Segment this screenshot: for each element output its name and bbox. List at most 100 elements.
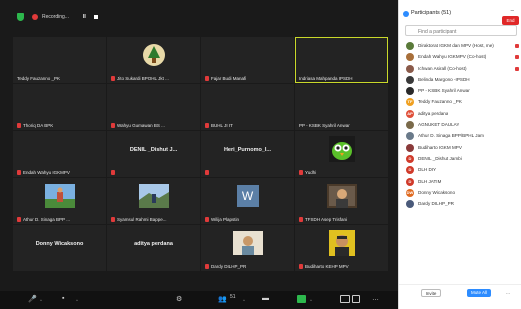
- participant-avatar: D: [406, 166, 414, 175]
- participants-panel-footer: Invite Mute All ...: [399, 284, 521, 309]
- participant-video-off-icon: [515, 66, 519, 71]
- video-tile[interactable]: Endah Wahyu IGKMPV: [13, 131, 106, 177]
- participant-avatar: [406, 64, 414, 73]
- muted-mic-icon: [205, 264, 209, 269]
- video-tile[interactable]: TFSDH Asep Trisfani: [295, 178, 388, 224]
- video-options-chevron-icon[interactable]: ^: [76, 298, 78, 303]
- participant-row[interactable]: D DLH JATIM: [399, 176, 521, 187]
- participants-options-chevron-icon[interactable]: ^: [243, 298, 245, 303]
- participant-row[interactable]: Belinda Margono -IPSDH: [399, 74, 521, 85]
- tile-name-label: Jito Sukardi BPOHL Jkt ...: [111, 76, 169, 81]
- video-tile[interactable]: Budiharto KEHP MPV: [295, 225, 388, 271]
- video-tile[interactable]: DENIL _Dishut J...: [107, 131, 200, 177]
- record-icon[interactable]: [340, 295, 350, 303]
- participant-avatar: D: [406, 177, 414, 186]
- participant-row[interactable]: Endah Wahyu IGKMPV (Co-host): [399, 51, 521, 62]
- meeting-controls-bar: 🎤 ^ ▪ ^ ⚙ 👥 51 ^ ▬ ^ …: [0, 291, 398, 309]
- participant-name: Endah Wahyu IGKMPV (Co-host): [418, 54, 487, 60]
- invite-button[interactable]: Invite: [421, 289, 441, 297]
- participant-row[interactable]: Dardy DILHP_PR: [399, 198, 521, 209]
- audio-options-chevron-icon[interactable]: ^: [40, 298, 42, 303]
- start-video-icon[interactable]: ▪: [62, 295, 64, 302]
- participants-count: 51: [230, 294, 236, 300]
- minimize-panel-icon[interactable]: –: [511, 8, 514, 14]
- muted-mic-icon: [299, 264, 303, 269]
- muted-mic-icon: [17, 217, 21, 222]
- reactions-icon[interactable]: [352, 295, 360, 303]
- tile-name-text: Syamsul Rahmi Bappe...: [117, 217, 167, 222]
- security-icon[interactable]: ⚙: [176, 295, 182, 303]
- search-participant-input[interactable]: [405, 25, 517, 36]
- participant-row[interactable]: PP - KSBK Syahril Anwar: [399, 85, 521, 96]
- security-shield-icon[interactable]: [17, 13, 24, 21]
- muted-mic-icon: [299, 217, 303, 222]
- tile-name-label: Indriasa Mahpanda IPSDH: [299, 76, 353, 81]
- video-tile[interactable]: Indriasa Mahpanda IPSDH: [295, 37, 388, 83]
- participant-row[interactable]: TF Teddy Fauzanno _PK: [399, 96, 521, 107]
- tile-name-label: BUHL JI IT: [205, 123, 233, 128]
- participant-name: Budiharto IGKM MPV: [418, 144, 462, 150]
- video-tile[interactable]: Fajar Budi Manafi: [201, 37, 294, 83]
- tile-name-text: Wilija Plapstin: [211, 217, 240, 222]
- participant-row[interactable]: Budiharto IGKM MPV: [399, 142, 521, 153]
- participants-icon[interactable]: 👥: [218, 295, 227, 303]
- participant-name: DENIL _Dishut Jambi: [418, 155, 462, 161]
- video-tile[interactable]: Syamsul Rahmi Bappe...: [107, 178, 200, 224]
- stop-recording-button[interactable]: [94, 15, 98, 19]
- participants-panel-title: Participants (51): [411, 10, 452, 16]
- video-tile[interactable]: Donny Wicaksono: [13, 225, 106, 271]
- meeting-window: Recording... II Teddy Fauzanno _PK Jito S…: [0, 0, 398, 309]
- gallery-grid: Teddy Fauzanno _PK Jito Sukardi BPOHL Jkt…: [13, 36, 390, 276]
- participant-avatar: AP: [406, 109, 414, 118]
- mute-all-button[interactable]: Mute All: [467, 289, 491, 297]
- tile-name-label: Budiharto KEHP MPV: [299, 264, 349, 269]
- mute-microphone-icon[interactable]: 🎤: [28, 295, 37, 303]
- recording-label: Recording...: [42, 14, 69, 20]
- tile-name-text: Dardy DILHP_PR: [211, 264, 247, 269]
- participant-avatar: TF: [406, 98, 414, 107]
- video-tile[interactable]: BUHL JI IT: [201, 84, 294, 130]
- participant-name: Donny Wicaksono: [418, 189, 456, 195]
- video-tile[interactable]: Wahyu Gumawan BS ...: [107, 84, 200, 130]
- participant-row[interactable]: Diraktorat IGKM dan MPV (Host, me): [399, 40, 521, 51]
- participant-row[interactable]: DW Donny Wicaksono: [399, 187, 521, 198]
- participant-name: PP - KSBK Syahril Anwar: [418, 88, 470, 94]
- participant-row[interactable]: Ichwan Asirall (Co-host): [399, 63, 521, 74]
- tile-name-label: Athur D. Sinaga BPP ...: [17, 217, 70, 222]
- tile-name-text: Indriasa Mahpanda IPSDH: [299, 76, 353, 81]
- tile-display-name: DENIL _Dishut J...: [129, 147, 178, 153]
- participant-row[interactable]: Athur D. Sinaga BPP/BPHL Jam: [399, 130, 521, 141]
- participant-row[interactable]: D DENIL _Dishut Jambi: [399, 153, 521, 164]
- video-tile[interactable]: Thoriq DA BPK: [13, 84, 106, 130]
- tile-name-label: Thoriq DA BPK: [17, 123, 53, 128]
- participant-video-image: [326, 184, 357, 208]
- video-tile[interactable]: aditya perdana: [107, 225, 200, 271]
- tile-name-text: Jito Sukardi BPOHL Jkt ...: [117, 76, 169, 81]
- video-tile[interactable]: Jito Sukardi BPOHL Jkt ...: [107, 37, 200, 83]
- participant-name: Diraktorat IGKM dan MPV (Host, me): [418, 43, 494, 48]
- participant-row[interactable]: AGNUKET DAULAY: [399, 119, 521, 130]
- chat-icon[interactable]: ▬: [262, 295, 269, 302]
- share-screen-icon[interactable]: [297, 295, 306, 303]
- participants-list: Diraktorat IGKM dan MPV (Host, me) Endah …: [399, 40, 521, 209]
- video-tile[interactable]: W Wilija Plapstin: [201, 178, 294, 224]
- video-tile[interactable]: Athur D. Sinaga BPP ...: [13, 178, 106, 224]
- muted-mic-icon: [111, 123, 115, 128]
- video-tile[interactable]: PP - KSBK Syahril Anwar: [295, 84, 388, 130]
- more-options-icon[interactable]: …: [372, 295, 379, 302]
- pause-recording-button[interactable]: II: [83, 14, 86, 20]
- more-options-button[interactable]: ...: [503, 289, 513, 297]
- end-meeting-button[interactable]: End: [502, 16, 519, 25]
- muted-mic-icon: [17, 170, 21, 175]
- tile-name-label: Fajar Budi Manafi: [205, 76, 246, 81]
- video-tile[interactable]: Teddy Fauzanno _PK: [13, 37, 106, 83]
- video-tile[interactable]: Yudhi: [295, 131, 388, 177]
- participant-row[interactable]: D DLH DIY: [399, 164, 521, 175]
- video-tile[interactable]: Heri_Purnomo_I...: [201, 131, 294, 177]
- participant-avatar: [406, 42, 414, 50]
- tile-name-text: Athur D. Sinaga BPP ...: [23, 217, 70, 222]
- video-tile[interactable]: Dardy DILHP_PR: [201, 225, 294, 271]
- share-options-chevron-icon[interactable]: ^: [310, 298, 312, 303]
- participant-row[interactable]: AP aditya perdana: [399, 108, 521, 119]
- participant-video-image: [138, 184, 169, 208]
